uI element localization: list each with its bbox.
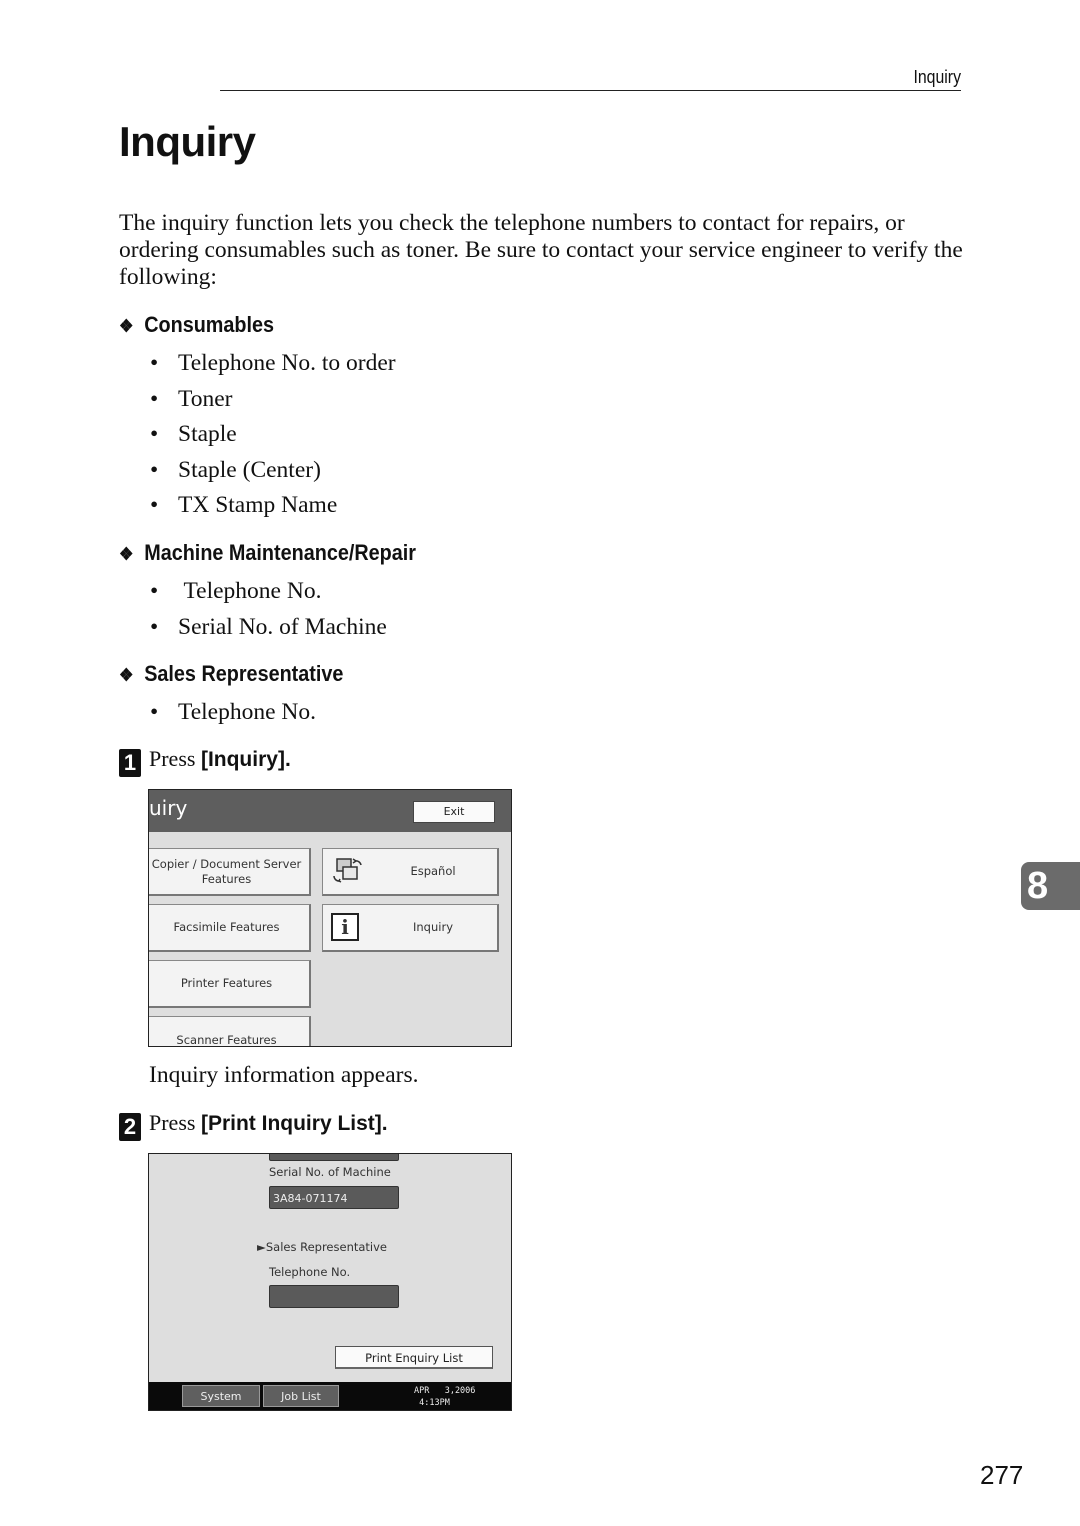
job-list-button[interactable]: Job List (263, 1385, 339, 1407)
maintenance-list: • Telephone No. • Serial No. of Machine (150, 574, 387, 645)
list-item: • Telephone No. (150, 699, 317, 725)
status-bar: System Status Job List APR 3,2006 4:13PM (149, 1382, 511, 1410)
printer-features-button[interactable]: Printer Features (149, 960, 311, 1008)
diamond-cluster-icon: ❖ (119, 316, 134, 336)
section-heading-maintenance: ❖ Machine Maintenance/Repair (119, 540, 416, 566)
page-title: Inquiry (119, 118, 256, 165)
list-item: • Telephone No. (150, 578, 322, 604)
step-1-result-note: Inquiry information appears. (149, 1062, 419, 1088)
key-name: [Print Inquiry List] (200, 1112, 382, 1135)
section-heading-text: Machine Maintenance/Repair (144, 540, 416, 565)
section-heading-sales: ❖ Sales Representative (119, 661, 343, 687)
list-item: • Staple (150, 421, 237, 448)
sales-representative-label: ►Sales Representative (257, 1240, 388, 1254)
consumables-list: • Telephone No. to order • Toner • Staple •… (150, 346, 396, 524)
step-number-badge: 1 (119, 749, 141, 777)
diamond-cluster-icon: ❖ (119, 665, 134, 685)
running-head: Inquiry (220, 64, 961, 91)
espanol-label: Español (410, 864, 456, 878)
list-item: • Serial No. of Machine (150, 613, 387, 640)
facsimile-features-button[interactable]: Facsimile Features (149, 904, 311, 952)
scanner-features-button[interactable]: Scanner Features (149, 1016, 311, 1046)
step-1: 1 Press [Inquiry]. (119, 746, 291, 777)
menu-screenshot: uiry Exit Copier / Document Server Featu… (148, 789, 512, 1047)
serial-label: Serial No. of Machine (269, 1165, 391, 1179)
previous-field (269, 1154, 399, 1161)
step-2: 2 Press [Print Inquiry List]. (119, 1110, 388, 1141)
inquiry-button[interactable]: i Inquiry (322, 904, 499, 952)
copier-document-server-features-button[interactable]: Copier / Document Server Features (149, 848, 311, 896)
telephone-label: Telephone No. (269, 1265, 351, 1279)
serial-number-field: 3A84-071174 (269, 1186, 399, 1209)
chapter-tab: 8 (1021, 862, 1080, 910)
list-item: • TX Stamp Name (150, 492, 338, 519)
section-heading-text: Consumables (144, 312, 275, 337)
language-switch-icon (331, 857, 363, 887)
list-item: • Telephone No. to order (150, 350, 396, 376)
intro-paragraph: The inquiry function lets you check the … (119, 210, 963, 290)
section-heading-text: Sales Representative (144, 661, 344, 686)
key-name: [Inquiry] (200, 748, 285, 771)
espanol-button[interactable]: Español (322, 848, 499, 896)
inquiry-info-screenshot: Serial No. of Machine 3A84-071174 ►Sales… (148, 1153, 512, 1411)
print-enquiry-list-button[interactable]: Print Enquiry List (335, 1346, 493, 1369)
exit-button[interactable]: Exit (413, 801, 495, 823)
system-status-button[interactable]: System Status (182, 1385, 260, 1407)
title-bar: uiry Exit (149, 790, 511, 832)
info-icon: i (331, 913, 363, 943)
date-time-readout: APR 3,2006 4:13PM (414, 1386, 476, 1408)
section-heading-consumables: ❖ Consumables (119, 312, 274, 338)
sales-list: • Telephone No. (150, 695, 316, 731)
page-number: 277 (980, 1460, 1024, 1490)
telephone-field (269, 1285, 399, 1308)
list-item: • Staple (Center) (150, 456, 321, 483)
diamond-cluster-icon: ❖ (119, 544, 134, 564)
screen-title: uiry (149, 796, 188, 820)
step-number-badge: 2 (119, 1113, 141, 1141)
inquiry-label: Inquiry (413, 920, 453, 934)
list-item: • Toner (150, 385, 233, 412)
